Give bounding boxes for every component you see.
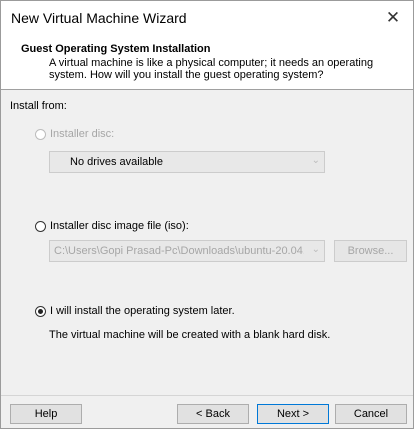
close-button[interactable]: ✕ [373,1,413,35]
iso-image-radio[interactable] [35,220,46,232]
installer-disc-label: Installer disc: [50,128,115,140]
title-bar: New Virtual Machine Wizard ✕ [1,1,413,35]
next-button[interactable]: Next > [257,404,329,424]
install-later-radio[interactable] [35,305,46,317]
close-icon: ✕ [385,8,401,27]
install-later-info: The virtual machine will be created with… [49,329,331,341]
wizard-window: New Virtual Machine Wizard ✕ Guest Opera… [0,0,414,429]
back-button[interactable]: < Back [177,404,249,424]
install-from-label: Install from: [10,100,67,112]
install-later-label: I will install the operating system late… [50,305,235,317]
chevron-down-icon: ⌄ [311,155,320,166]
disc-drive-value: No drives available [70,156,163,168]
footer-divider [1,395,413,396]
install-later-option[interactable]: I will install the operating system late… [35,305,235,317]
chevron-down-icon: ⌄ [311,244,320,255]
iso-path-combo: C:\Users\Gopi Prasad-Pc\Downloads\ubuntu… [49,240,325,262]
iso-image-option[interactable]: Installer disc image file (iso): [35,220,189,232]
cancel-button[interactable]: Cancel [335,404,407,424]
iso-path-value: C:\Users\Gopi Prasad-Pc\Downloads\ubuntu… [54,245,304,257]
page-description: A virtual machine is like a physical com… [49,57,374,81]
iso-image-label: Installer disc image file (iso): [50,220,189,232]
installer-disc-option: Installer disc: [35,128,114,140]
help-button[interactable]: Help [10,404,82,424]
installer-disc-radio [35,128,46,140]
window-title: New Virtual Machine Wizard [11,10,187,26]
page-title: Guest Operating System Installation [21,43,211,55]
browse-button: Browse... [334,240,407,262]
wizard-header: Guest Operating System Installation A vi… [1,35,413,90]
disc-drive-dropdown: No drives available ⌄ [49,151,325,173]
